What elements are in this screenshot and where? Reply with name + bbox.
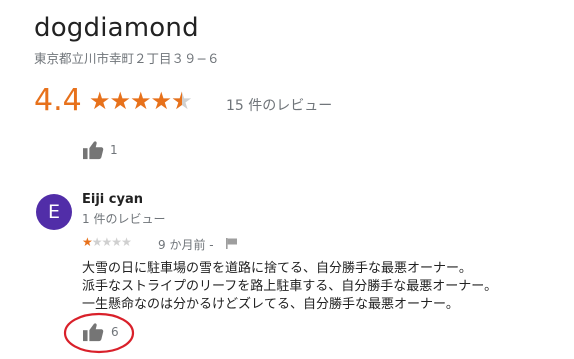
place-like-button[interactable]: 1	[82, 140, 118, 160]
star-empty-icon: ★	[111, 235, 122, 249]
flag-icon[interactable]	[226, 238, 238, 249]
place-address: 東京都立川市幸町２丁目３９−６	[34, 51, 220, 66]
review-text-line: 一生懸命なのは分かるけどズレてる、自分勝手な最悪オーナー。	[82, 297, 459, 312]
review-text-line: 派手なストライプのリーフを路上駐車する、自分勝手な最悪オーナー。	[82, 279, 498, 294]
review-text: 大雪の日に駐車場の雪を道路に捨てる、自分勝手な最悪オーナー。 派手なストライプの…	[82, 260, 497, 314]
reviewer-avatar[interactable]: E	[36, 194, 72, 230]
rating-stars: ★★★★★	[89, 87, 193, 115]
highlight-annotation	[63, 312, 135, 354]
half-star-icon: ★	[171, 87, 192, 115]
star-empty-icon: ★	[101, 235, 113, 249]
star-empty-icon: ★	[91, 235, 103, 249]
like-count: 1	[110, 143, 118, 157]
rating-value: 4.4	[34, 83, 82, 118]
review-stars: ★★★★★	[82, 235, 132, 249]
review-text-line: 大雪の日に駐車場の雪を道路に捨てる、自分勝手な最悪オーナー。	[82, 261, 472, 276]
star-icon: ★	[130, 87, 151, 115]
review-time: 9 か月前 -	[158, 238, 214, 252]
thumbs-up-icon	[83, 141, 104, 160]
reviewer-review-count: 1 件のレビュー	[82, 212, 166, 226]
star-icon: ★	[89, 87, 110, 115]
star-icon: ★	[82, 235, 93, 249]
reviewer-name[interactable]: Eiji cyan	[82, 192, 143, 207]
review-count-link[interactable]: 15 件のレビュー	[226, 95, 332, 115]
star-empty-icon: ★	[121, 235, 132, 249]
star-icon: ★	[109, 87, 131, 115]
star-icon: ★	[150, 87, 172, 115]
place-title: dogdiamond	[34, 13, 199, 43]
